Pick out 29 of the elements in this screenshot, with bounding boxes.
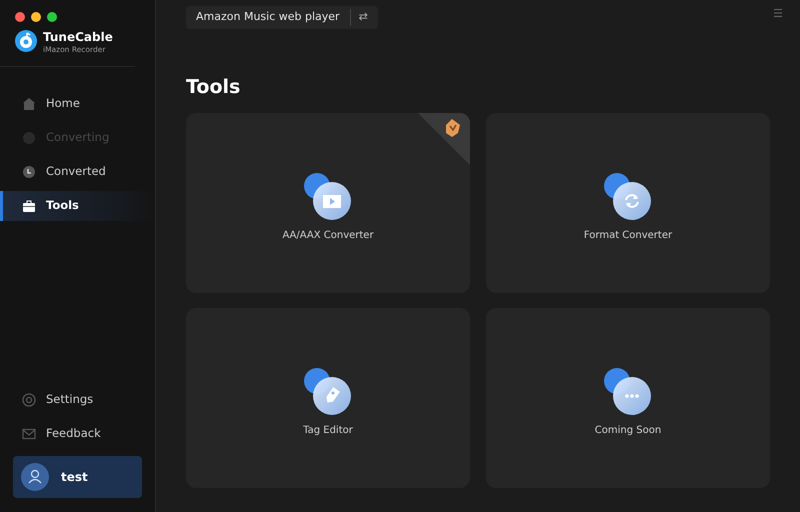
gear-icon bbox=[22, 393, 36, 407]
nav-item[interactable]: Converted bbox=[0, 156, 155, 186]
window-control-button[interactable] bbox=[31, 12, 41, 22]
tool-card[interactable]: Format Converter bbox=[486, 113, 770, 293]
tool-label: Format Converter bbox=[584, 228, 672, 242]
source-selector[interactable]: Amazon Music web player ⇄ bbox=[186, 6, 378, 28]
tag-icon bbox=[303, 366, 353, 416]
window-control-button[interactable] bbox=[15, 12, 25, 22]
tool-label: AA/AAX Converter bbox=[282, 228, 374, 242]
more-icon bbox=[603, 366, 653, 416]
nav-item[interactable]: Settings bbox=[0, 385, 155, 415]
window-control-button[interactable] bbox=[47, 12, 57, 22]
tool-label: Tag Editor bbox=[303, 424, 353, 438]
home-icon bbox=[22, 96, 36, 110]
tool-label: Coming Soon bbox=[594, 424, 662, 438]
sync-icon bbox=[603, 172, 653, 222]
nav-item[interactable]: Feedback bbox=[0, 419, 155, 449]
tool-card[interactable]: Coming Soon bbox=[486, 308, 770, 488]
tool-card[interactable]: Tag Editor bbox=[186, 308, 470, 488]
tool-card[interactable]: AA/AAX Converter bbox=[186, 113, 470, 293]
video-icon bbox=[303, 172, 353, 222]
avatar-icon bbox=[21, 463, 49, 491]
envelope-icon bbox=[22, 427, 36, 441]
brand-name: TuneCable bbox=[43, 29, 113, 46]
nav-item[interactable]: Home bbox=[0, 88, 155, 118]
user-card[interactable]: test bbox=[13, 456, 142, 498]
toolbox-icon bbox=[22, 198, 36, 212]
page-title: Tools bbox=[186, 74, 242, 100]
logo-icon bbox=[15, 30, 37, 52]
